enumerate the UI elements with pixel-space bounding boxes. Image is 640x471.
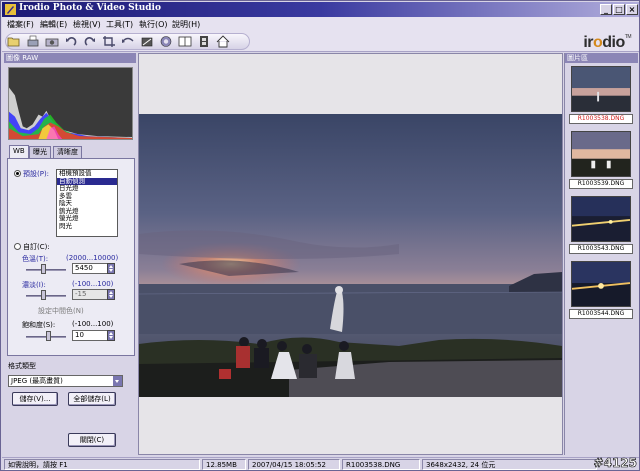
- saturation-input[interactable]: 10: [72, 330, 108, 341]
- close-button[interactable]: 關閉(C): [68, 433, 116, 447]
- status-file-name: R1003538.DNG: [342, 459, 420, 470]
- menu-tools[interactable]: 工具(T): [106, 19, 133, 30]
- thumbnail-label: R1003544.DNG: [569, 309, 633, 319]
- format-value: JPEG (最高畫質): [11, 377, 63, 385]
- status-help: 如需說明，請按 F1: [4, 459, 200, 470]
- brand-tm: TM: [624, 34, 632, 40]
- split-view-icon[interactable]: [178, 35, 192, 48]
- thumbnail-card[interactable]: R1003539.DNG: [569, 131, 635, 191]
- tint-input[interactable]: -15: [72, 289, 108, 300]
- close-window-button[interactable]: ×: [626, 4, 638, 15]
- thumbnail-card[interactable]: R1003538.DNG: [569, 66, 635, 126]
- status-dimensions: 3648x2432, 24 位元: [422, 459, 597, 470]
- menu-bar: 檔案(F) 編輯(E) 檢視(V) 工具(T) 執行(O) 說明(H): [2, 17, 639, 31]
- set-neutral-button[interactable]: 設定中間色(N): [38, 306, 84, 316]
- color-temp-spinner[interactable]: [107, 263, 115, 274]
- color-temp-input[interactable]: 5450: [72, 263, 108, 274]
- enhance-icon[interactable]: [140, 35, 154, 48]
- color-temp-range: (2000...10000): [66, 254, 119, 262]
- watermark-label: #4125: [593, 456, 637, 471]
- thumbnail-label: R1003539.DNG: [569, 179, 633, 189]
- color-icon[interactable]: [159, 35, 173, 48]
- tint-slider-thumb[interactable]: [41, 290, 47, 300]
- brand-o: o: [592, 34, 603, 51]
- filmstrip-icon[interactable]: [197, 35, 211, 48]
- crop-icon[interactable]: [102, 35, 116, 48]
- adjust-tabs: WB 曝光 清晰度: [7, 145, 135, 158]
- preset-radio[interactable]: [14, 170, 21, 177]
- saturation-slider-thumb[interactable]: [45, 331, 51, 341]
- undo-icon[interactable]: [121, 35, 135, 48]
- histogram: [8, 67, 133, 140]
- status-file-size: 12.85MB: [202, 459, 246, 470]
- app-window: Irodio Photo & Video Studio _ □ × 檔案(F) …: [0, 0, 640, 471]
- raw-settings-panel: 圖像 RAW WB 曝光 清晰度 預設(P): 相機預設值 自動偵測 日光燈 多…: [4, 53, 136, 455]
- window-title: Irodio Photo & Video Studio: [19, 3, 161, 13]
- brand-part: ir: [583, 34, 593, 51]
- save-button[interactable]: 儲存(V)...: [12, 392, 58, 406]
- thumbnail-card[interactable]: R1003543.DNG: [569, 196, 635, 256]
- image-strip-title: 圖片區: [565, 53, 638, 63]
- custom-radio[interactable]: [14, 243, 21, 250]
- color-temp-slider-thumb[interactable]: [41, 264, 47, 274]
- rotate-left-icon[interactable]: [64, 35, 78, 48]
- app-logo-icon: [5, 4, 16, 15]
- color-temp-label: 色溫(T):: [22, 255, 49, 263]
- menu-help[interactable]: 說明(H): [172, 19, 200, 30]
- chevron-down-icon[interactable]: [113, 376, 122, 386]
- rotate-right-icon[interactable]: [83, 35, 97, 48]
- thumbnail-label: R1003538.DNG: [569, 114, 633, 124]
- thumbnail-image[interactable]: [571, 261, 631, 307]
- wb-tab-content: 預設(P): 相機預設值 自動偵測 日光燈 多雲 陰天 鎢光燈 螢光燈 閃光 自…: [7, 158, 135, 356]
- preview-photo[interactable]: [139, 114, 562, 397]
- image-viewer[interactable]: [138, 53, 563, 455]
- thumbnail-image[interactable]: [571, 66, 631, 112]
- image-strip-panel: 圖片區 R1003538.DNG R1003539.DNG R1003543.D…: [564, 53, 638, 455]
- custom-label: 自訂(C):: [23, 243, 50, 251]
- preset-list[interactable]: 相機預設值 自動偵測 日光燈 多雲 陰天 鎢光燈 螢光燈 閃光: [56, 169, 118, 237]
- tint-range: (-100...100): [72, 280, 114, 288]
- toolbar: irodioTM: [2, 31, 639, 52]
- minimize-button[interactable]: _: [600, 4, 612, 15]
- saturation-spinner[interactable]: [107, 330, 115, 341]
- brand-part: dio: [602, 34, 625, 51]
- saturation-range: (-100...100): [72, 320, 114, 328]
- title-bar[interactable]: Irodio Photo & Video Studio _ □ ×: [2, 2, 639, 17]
- save-all-button[interactable]: 全部儲存(L): [68, 392, 116, 406]
- preset-label: 預設(P):: [23, 170, 50, 178]
- thumbnail-card[interactable]: R1003544.DNG: [569, 261, 635, 321]
- status-date: 2007/04/15 18:05:52: [248, 459, 340, 470]
- menu-file[interactable]: 檔案(F): [7, 19, 34, 30]
- saturation-label: 飽和度(S):: [22, 321, 56, 329]
- format-select[interactable]: JPEG (最高畫質): [8, 375, 123, 387]
- preset-option[interactable]: 閃光: [57, 222, 117, 231]
- status-bar: 如需說明，請按 F1 12.85MB 2007/04/15 18:05:52 R…: [2, 457, 639, 470]
- open-folder-icon[interactable]: [7, 35, 21, 48]
- thumbnail-image[interactable]: [571, 131, 631, 177]
- home-icon[interactable]: [216, 35, 230, 48]
- thumbnail-image[interactable]: [571, 196, 631, 242]
- menu-view[interactable]: 檢視(V): [73, 19, 101, 30]
- scanner-icon[interactable]: [26, 35, 40, 48]
- maximize-button[interactable]: □: [613, 4, 625, 15]
- thumbnail-label: R1003543.DNG: [569, 244, 633, 254]
- menu-edit[interactable]: 編輯(E): [40, 19, 67, 30]
- format-label: 格式類型: [8, 362, 36, 370]
- raw-panel-title: 圖像 RAW: [4, 53, 136, 63]
- menu-run[interactable]: 執行(O): [139, 19, 168, 30]
- irodio-logo: irodioTM: [583, 34, 631, 52]
- tint-label: 濃淡(I):: [22, 281, 46, 289]
- tint-spinner[interactable]: [107, 289, 115, 300]
- tab-wb[interactable]: WB: [9, 145, 29, 158]
- camera-icon[interactable]: [45, 35, 59, 48]
- tab-exposure[interactable]: 曝光: [29, 146, 51, 158]
- tab-sharpness[interactable]: 清晰度: [53, 146, 82, 158]
